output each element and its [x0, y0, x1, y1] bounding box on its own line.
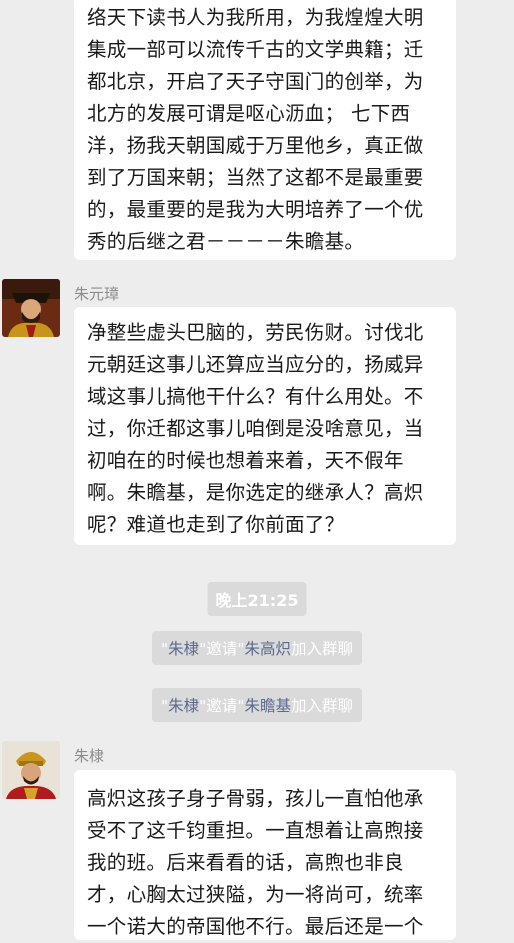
message-line: 净整些虚头巴脑的，劳民伤财。讨伐北: [87, 321, 424, 344]
message-line: 的，最重要的是我为大明培养了一个优: [87, 198, 424, 221]
avatar-portrait-icon: [2, 741, 60, 799]
timestamp-badge: 晚上21:25: [207, 582, 307, 616]
message-line: 北方的发展可谓是呕心沥血； 七下西: [87, 102, 411, 125]
system-notice-invite: "朱棣"邀请"朱高炽加入群聊: [152, 631, 362, 665]
sender-name: 朱元璋: [74, 285, 120, 303]
message-line: 过，你迁都这事儿咱倒是没啥意见，当: [87, 417, 424, 440]
message-line: 才，心胸太过狭隘，为一将尚可，统率: [87, 883, 424, 906]
message-line: 域这事儿搞他干什么？有什么用处。不: [87, 385, 424, 408]
notice-suffix: 加入群聊: [290, 697, 353, 715]
notice-suffix: 加入群聊: [290, 640, 353, 658]
message-line: 受不了这千钧重担。一直想着让高煦接: [87, 819, 424, 842]
message-bubble[interactable]: 净整些虚头巴脑的，劳民伤财。讨伐北 元朝廷这事儿还算应当应分的，扬威异 域这事儿…: [74, 307, 456, 545]
message-line: 啊。朱瞻基，是你选定的继承人？高炽: [87, 481, 424, 504]
message-line: 高炽这孩子身子骨弱，孩儿一直怕他承: [87, 787, 424, 810]
avatar-portrait-icon: [2, 279, 60, 337]
message-bubble[interactable]: 络天下读书人为我所用，为我煌煌大明 集成一部可以流传千古的文学典籍；迁 都北京，…: [74, 0, 456, 260]
notice-actor-link[interactable]: 朱棣: [168, 640, 199, 658]
message-line: 都北京，开启了天子守国门的创举，为: [87, 70, 424, 93]
message-line: 一个诺大的帝国他不行。最后还是一个: [87, 915, 424, 938]
message-bubble[interactable]: 高炽这孩子身子骨弱，孩儿一直怕他承 受不了这千钧重担。一直想着让高煦接 我的班。…: [74, 770, 456, 940]
notice-target-link[interactable]: 朱瞻基: [244, 697, 291, 715]
message-line: 洋，扬我天朝国威于万里他乡，真正做: [87, 134, 424, 157]
notice-target-link[interactable]: 朱高炽: [244, 640, 291, 658]
message-line: 呢？难道也走到了你前面了？: [87, 513, 345, 536]
notice-verb: 邀请: [206, 640, 238, 658]
message-line: 集成一部可以流传千古的文学典籍；迁: [87, 38, 424, 61]
message-line: 我的班。后来看看的话，高煦也非良: [87, 851, 404, 874]
notice-verb: 邀请: [206, 697, 238, 715]
notice-actor-link[interactable]: 朱棣: [168, 697, 199, 715]
avatar-zhu-di[interactable]: [2, 741, 60, 799]
system-notice-invite: "朱棣"邀请"朱瞻基加入群聊: [152, 688, 362, 722]
message-line: 初咱在的时候也想着来着，天不假年: [87, 449, 404, 472]
message-line: 到了万国来朝；当然了这都不是最重要: [87, 166, 424, 189]
message-line: 络天下读书人为我所用，为我煌煌大明: [87, 6, 424, 29]
message-line: 秀的后继之君－－－－朱瞻基。: [87, 230, 365, 253]
avatar-zhu-yuanzhang[interactable]: [2, 279, 60, 337]
sender-name: 朱棣: [74, 747, 105, 765]
message-line: 元朝廷这事儿还算应当应分的，扬威异: [87, 353, 424, 376]
